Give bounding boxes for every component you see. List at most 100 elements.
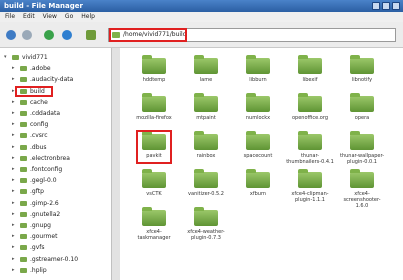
sidebar-item[interactable]: ▸ .gnutella2 xyxy=(0,209,111,220)
file-item[interactable]: thunar-wallpaper-plugin-0.0.1 xyxy=(340,131,384,170)
folder-icon xyxy=(20,245,27,251)
forward-icon[interactable] xyxy=(22,30,32,40)
file-item[interactable]: libburn xyxy=(238,55,278,94)
menu-help[interactable]: Help xyxy=(81,12,95,22)
maximize-button[interactable] xyxy=(382,2,390,10)
file-item[interactable]: xfce4-weather-plugin-0.7.3 xyxy=(186,207,226,246)
sidebar-item[interactable]: ▸ .electronbrea xyxy=(0,153,111,164)
file-item[interactable]: openoffice.org xyxy=(290,93,330,132)
folder-icon xyxy=(12,55,19,60)
sidebar-item[interactable]: ▸ build xyxy=(0,85,111,97)
sidebar-item[interactable]: ▸ config xyxy=(0,119,111,130)
file-manager-window: build - File Manager File Edit View Go H… xyxy=(0,0,403,280)
sidebar-item[interactable]: ▸ .gvfs xyxy=(0,242,111,253)
menu-file[interactable]: File xyxy=(5,12,15,22)
expander-icon[interactable]: ▸ xyxy=(12,108,15,119)
file-item[interactable]: lame xyxy=(186,55,226,94)
file-label: libexif xyxy=(302,77,318,83)
sidebar-item[interactable]: ▸ .fontconfig xyxy=(0,164,111,175)
sidebar-item[interactable]: ▸ .gnupg xyxy=(0,220,111,231)
sidebar-item[interactable]: ▸ .dbus xyxy=(0,142,111,153)
expander-icon[interactable]: ▸ xyxy=(12,186,15,197)
folder-icon xyxy=(246,55,270,74)
folder-icon xyxy=(142,55,166,74)
folder-icon xyxy=(142,93,166,112)
file-item[interactable]: hddtemp xyxy=(134,55,174,94)
sidebar-item[interactable]: ▸ .audacity-data xyxy=(0,74,111,85)
close-button[interactable] xyxy=(392,2,400,10)
folder-icon xyxy=(350,131,374,150)
reload-icon[interactable] xyxy=(62,30,72,40)
sidebar-item[interactable]: ▸ .cvsrc xyxy=(0,130,111,141)
menu-go[interactable]: Go xyxy=(65,12,73,22)
file-item[interactable]: rainbox xyxy=(186,131,226,170)
sidebar-item[interactable]: ▸ .adobe xyxy=(0,63,111,74)
file-label: xfce4-weather-plugin-0.7.3 xyxy=(187,229,225,241)
sidebar-item[interactable]: ▸ .gegl-0.0 xyxy=(0,175,111,186)
file-label: xfce4-clipman-plugin-1.1.1 xyxy=(291,191,329,203)
sidebar-item[interactable]: ▸ .hplip xyxy=(0,265,111,276)
expander-icon[interactable]: ▸ xyxy=(12,153,15,164)
file-label: rainbox xyxy=(196,153,216,159)
address-bar[interactable]: /home/vivid771/build xyxy=(108,28,396,42)
file-item[interactable]: mozilla-firefox xyxy=(134,93,174,132)
back-icon[interactable] xyxy=(6,30,16,40)
expander-icon[interactable]: ▸ xyxy=(12,63,15,74)
expander-icon[interactable]: ▸ xyxy=(12,97,15,108)
sidebar-item-label: config xyxy=(30,121,49,129)
up-icon[interactable] xyxy=(44,30,54,40)
expander-icon[interactable]: ▸ xyxy=(12,142,15,153)
sidebar-item[interactable]: ▸ .gourmet xyxy=(0,231,111,242)
sidebar-item[interactable]: ▸ .gimp-2.6 xyxy=(0,198,111,209)
folder-icon xyxy=(20,66,27,72)
expander-icon[interactable]: ▸ xyxy=(12,74,15,85)
expander-icon[interactable]: ▸ xyxy=(12,254,15,265)
folder-icon xyxy=(20,133,27,139)
file-item[interactable]: xfce4-screenshooter-1.6.0 xyxy=(342,169,382,209)
home-icon[interactable] xyxy=(86,30,96,40)
file-item[interactable]: vsCTK xyxy=(134,169,174,208)
expander-icon[interactable]: ▸ xyxy=(12,220,15,231)
file-label: thunar-wallpaper-plugin-0.0.1 xyxy=(339,153,385,165)
file-item[interactable]: libexif xyxy=(290,55,330,94)
menu-bar: File Edit View Go Help xyxy=(0,12,403,22)
file-item[interactable]: vanitizer-0.5.2 xyxy=(186,169,226,208)
expander-icon[interactable]: ▸ xyxy=(12,164,15,175)
sidebar-item-label: .electronbrea xyxy=(30,154,70,162)
file-item[interactable]: thunar-thumbnailers-0.4.1 xyxy=(286,131,334,170)
file-item[interactable]: mtpaint xyxy=(186,93,226,132)
expander-icon[interactable]: ▸ xyxy=(12,119,15,130)
file-item[interactable]: xfce4-taskmanager xyxy=(134,207,174,246)
expander-icon[interactable]: ▸ xyxy=(12,231,15,242)
sidebar-item[interactable]: ▸ cache xyxy=(0,97,111,108)
expander-icon[interactable]: ▸ xyxy=(12,175,15,186)
file-item[interactable]: pavkit xyxy=(134,130,174,170)
menu-view[interactable]: View xyxy=(43,12,57,22)
expander-icon[interactable]: ▸ xyxy=(12,242,15,253)
expander-icon[interactable]: ▾ xyxy=(4,52,7,63)
sidebar-item[interactable]: ▸ .gstreamer-0.10 xyxy=(0,254,111,265)
file-item[interactable]: xfce4-clipman-plugin-1.1.1 xyxy=(290,169,330,208)
menu-edit[interactable]: Edit xyxy=(23,12,35,22)
sidebar-item-label: .gvfs xyxy=(30,244,45,252)
file-item[interactable]: xfburn xyxy=(238,169,278,208)
expander-icon[interactable]: ▸ xyxy=(12,265,15,276)
selected-highlight xyxy=(136,130,172,164)
pane-splitter[interactable] xyxy=(112,48,120,280)
file-item[interactable]: spacecount xyxy=(238,131,278,170)
expander-icon[interactable]: ▸ xyxy=(12,209,15,220)
sidebar-item-label: .dbus xyxy=(30,143,47,151)
file-item[interactable]: numlockx xyxy=(238,93,278,132)
file-view: hddtemp lame libburn libexif libnotify mozill… xyxy=(120,48,403,280)
folder-icon xyxy=(20,122,27,128)
sidebar-item[interactable]: ▾ vivid771 xyxy=(0,52,111,63)
expander-icon[interactable]: ▸ xyxy=(12,130,15,141)
file-item[interactable]: opera xyxy=(342,93,382,132)
file-item[interactable]: libnotify xyxy=(342,55,382,94)
folder-icon xyxy=(246,131,270,150)
minimize-button[interactable] xyxy=(372,2,380,10)
folder-icon xyxy=(350,169,374,188)
sidebar-item[interactable]: ▸ .cddadata xyxy=(0,108,111,119)
sidebar-item[interactable]: ▸ .gftp xyxy=(0,186,111,197)
expander-icon[interactable]: ▸ xyxy=(12,198,15,209)
